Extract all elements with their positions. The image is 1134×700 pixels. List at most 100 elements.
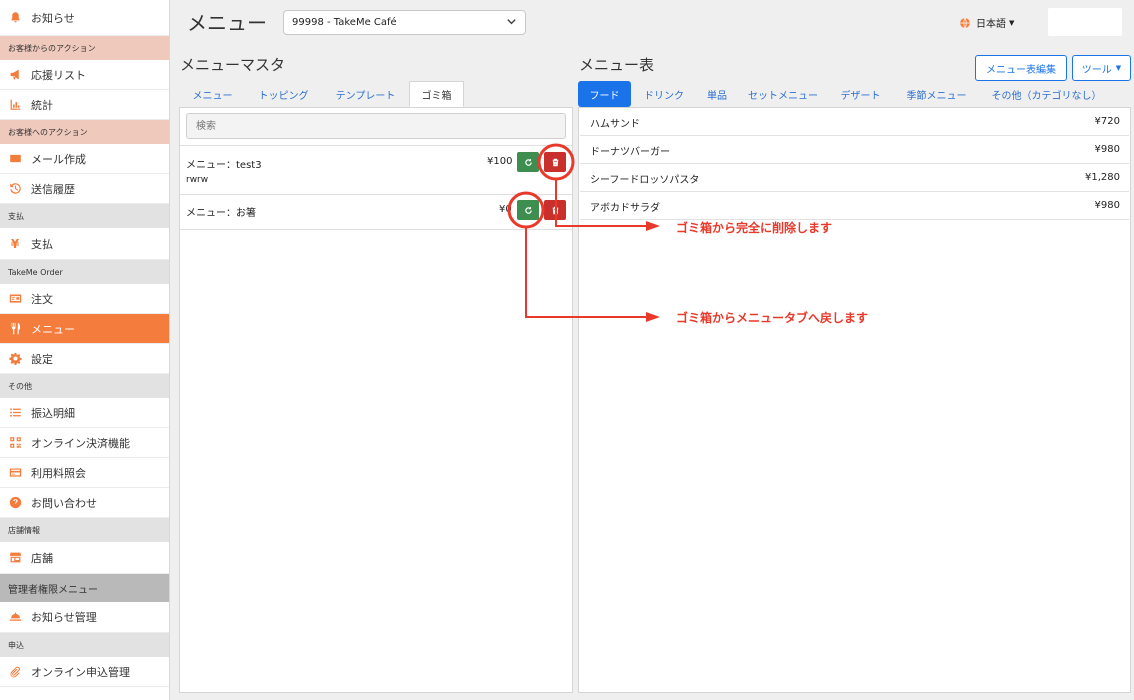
annotation-restore-note: ゴミ箱からメニュータブへ戻します [676, 311, 869, 325]
sidebar-item-label: メール作成 [31, 152, 86, 166]
user-menu[interactable] [1048, 8, 1122, 36]
credit-card-icon [8, 466, 22, 480]
menu-master-tabs: メニュー トッピング テンプレート ゴミ箱 [180, 81, 464, 107]
sidebar-item-label: 利用料照会 [31, 466, 86, 480]
tab-menu[interactable]: メニュー [180, 81, 245, 107]
tab-other-uncategorized[interactable]: その他（カテゴリなし） [981, 81, 1112, 107]
order-slip-icon [8, 292, 22, 306]
tab-seasonal-menu[interactable]: 季節メニュー [892, 81, 981, 107]
yen-icon: ¥ [10, 236, 20, 251]
sidebar-item-label: お知らせ管理 [31, 611, 97, 624]
restore-button[interactable] [517, 200, 539, 220]
caret-down-icon: ▼ [1115, 64, 1122, 72]
sidebar-section-customer-actions: お客様へのアクション [0, 120, 169, 144]
sidebar-item-label: 注文 [31, 292, 53, 306]
menu-table-tabs: フード ドリンク 単品 セットメニュー デザート 季節メニュー その他（カテゴリ… [578, 81, 1112, 107]
menu-item-name: ドーナツバーガー [590, 147, 670, 158]
sidebar-item-online-application-admin[interactable]: オンライン申込管理 [0, 657, 169, 687]
gear-icon [8, 352, 22, 366]
tab-topping[interactable]: トッピング [245, 81, 322, 107]
sidebar-item-payment[interactable]: ¥ 支払 [0, 228, 169, 260]
sidebar: お知らせ お客様からのアクション 応援リスト 統計 お客様へのアクション メール… [0, 0, 170, 700]
sidebar-item-label: お知らせ [31, 11, 75, 25]
shop-select-value: 99998 - TakeMe Café [292, 17, 397, 28]
sidebar-item-fee-inquiry[interactable]: 利用料照会 [0, 458, 169, 488]
sidebar-section-other: その他 [0, 374, 169, 398]
trash-item-name: メニュー：お箸 [186, 208, 256, 219]
megaphone-icon [8, 68, 22, 82]
tools-label: ツール [1081, 64, 1112, 76]
menu-item-price: ¥1,280 [1085, 172, 1120, 183]
menu-row[interactable]: シーフードロッソパスタ ¥1,280 [580, 164, 1129, 192]
language-dropdown[interactable]: 日本語 ▼ [959, 15, 1014, 30]
tab-template[interactable]: テンプレート [322, 81, 409, 107]
tab-set-menu[interactable]: セットメニュー [737, 81, 829, 107]
sidebar-item-news-admin[interactable]: お知らせ管理 [0, 602, 169, 633]
sidebar-item-mail-compose[interactable]: メール作成 [0, 144, 169, 174]
sidebar-item-news[interactable]: お知らせ [0, 0, 169, 36]
tab-trash[interactable]: ゴミ箱 [409, 81, 464, 107]
sidebar-section-application: 申込 [0, 633, 169, 657]
tab-food[interactable]: フード [578, 81, 631, 107]
sidebar-item-contact[interactable]: お問い合わせ [0, 488, 169, 518]
sidebar-item-store[interactable]: 店舗 [0, 542, 169, 574]
sidebar-item-label: 送信履歴 [31, 182, 75, 196]
bar-chart-icon [8, 98, 22, 112]
sidebar-item-label: お問い合わせ [31, 496, 97, 510]
sidebar-item-support-list[interactable]: 応援リスト [0, 60, 169, 90]
page-title: メニュー [187, 11, 267, 35]
edit-menu-table-button[interactable]: メニュー表編集 [975, 55, 1067, 81]
utensils-icon [8, 322, 22, 336]
menu-item-price: ¥980 [1094, 144, 1120, 155]
delete-button[interactable] [544, 200, 566, 220]
sidebar-item-label: メニュー [31, 322, 75, 336]
tab-dessert[interactable]: デザート [829, 81, 892, 107]
sidebar-item-orders[interactable]: 注文 [0, 284, 169, 314]
sidebar-item-menu[interactable]: メニュー [0, 314, 169, 344]
sidebar-item-label: 店舗 [31, 551, 53, 565]
sidebar-item-label: 設定 [31, 352, 53, 366]
delete-button[interactable] [544, 152, 566, 172]
trash-icon [552, 206, 558, 214]
shop-select[interactable]: 99998 - TakeMe Café [283, 10, 526, 35]
menu-row[interactable]: ハムサンド ¥720 [580, 108, 1129, 136]
qr-code-icon [8, 436, 22, 450]
trash-item-desc: rwrw [186, 175, 209, 185]
service-bell-icon [8, 610, 22, 624]
sidebar-item-label: オンライン申込管理 [31, 665, 130, 679]
sidebar-section-takeme-order: TakeMe Order [0, 260, 169, 284]
menu-row[interactable]: アボカドサラダ ¥980 [580, 192, 1129, 220]
sidebar-item-send-history[interactable]: 送信履歴 [0, 174, 169, 204]
menu-item-price: ¥720 [1094, 116, 1120, 127]
search-input[interactable] [186, 113, 566, 139]
restore-button[interactable] [517, 152, 539, 172]
sidebar-section-store-info: 店舗情報 [0, 518, 169, 542]
tools-dropdown-button[interactable]: ツール ▼ [1072, 55, 1131, 81]
globe-icon [960, 17, 970, 28]
tab-single-item[interactable]: 単品 [697, 81, 737, 107]
menu-master-title: メニューマスタ [180, 56, 286, 74]
restore-icon [524, 158, 532, 166]
menu-row[interactable]: ドーナツバーガー ¥980 [580, 136, 1129, 164]
sidebar-item-transfer-details[interactable]: 振込明細 [0, 398, 169, 428]
trash-item-name: メニュー：test3 [186, 160, 262, 171]
sidebar-item-settings[interactable]: 設定 [0, 344, 169, 374]
sidebar-section-store-actions: お客様からのアクション [0, 36, 169, 60]
annotation-delete-note: ゴミ箱から完全に削除します [676, 221, 833, 235]
sidebar-item-label: オンライン決済機能 [31, 436, 130, 450]
envelope-icon [8, 152, 22, 166]
sidebar-item-label: 支払 [31, 237, 53, 251]
menu-item-name: シーフードロッソパスタ [590, 175, 700, 186]
restore-icon [524, 206, 532, 214]
bell-icon [8, 11, 22, 25]
sidebar-item-online-payment[interactable]: オンライン決済機能 [0, 428, 169, 458]
trash-row: メニュー：test3 rwrw ¥100 [180, 145, 572, 195]
sidebar-section-admin: 管理者権限メニュー [0, 574, 169, 602]
list-icon [8, 406, 22, 420]
sidebar-item-stats[interactable]: 統計 [0, 90, 169, 120]
sidebar-item-label: 統計 [31, 98, 53, 112]
trash-item-price: ¥0 [499, 204, 512, 215]
caret-down-icon: ▼ [1009, 18, 1015, 27]
trash-icon [552, 158, 558, 166]
tab-drink[interactable]: ドリンク [631, 81, 697, 107]
